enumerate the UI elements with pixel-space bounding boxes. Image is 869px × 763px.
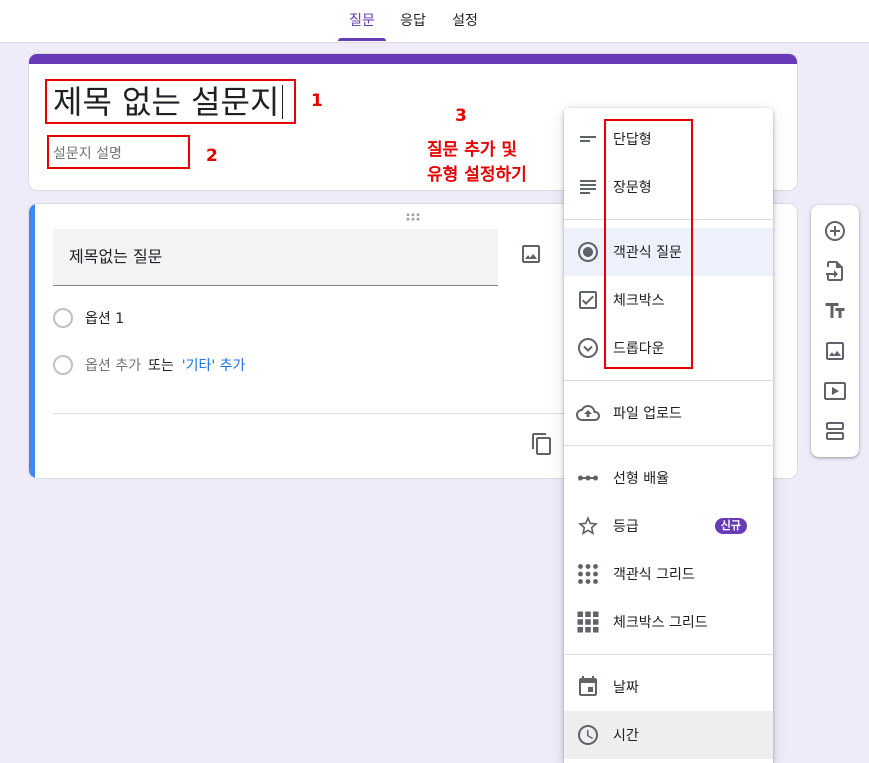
add-video-button[interactable] (811, 371, 859, 411)
header-accent-band (29, 54, 797, 64)
menu-item-label: 체크박스 그리드 (613, 615, 708, 631)
menu-item-multiple-choice-grid[interactable]: 객관식 그리드 (564, 550, 773, 598)
floating-toolbar (811, 205, 859, 457)
dot-grid-icon (576, 562, 600, 586)
checkbox-grid-icon (576, 610, 600, 634)
form-description-input[interactable]: 설문지 설명 (53, 146, 122, 162)
dropdown-icon (576, 336, 600, 360)
menu-item-label: 파일 업로드 (613, 406, 682, 422)
calendar-icon (576, 675, 600, 699)
import-questions-icon (823, 259, 847, 283)
form-title-text: 제목 없는 설문지 (53, 83, 280, 121)
menu-item-label: 날짜 (613, 680, 639, 696)
title-text-icon (823, 299, 847, 323)
add-circle-icon (823, 219, 847, 243)
radio-circle-icon (53, 308, 73, 328)
active-tab-indicator (338, 38, 386, 41)
add-option-button[interactable]: 옵션 추가 (85, 355, 141, 375)
or-text: 또는 (147, 358, 174, 374)
add-question-button[interactable] (811, 211, 859, 251)
tab-settings[interactable]: 설정 (441, 0, 489, 42)
image-icon (823, 339, 847, 363)
menu-divider (564, 654, 773, 655)
add-other-link[interactable]: '기타' 추가 (182, 355, 246, 375)
active-question-indicator (29, 204, 35, 478)
video-icon (823, 379, 847, 403)
text-cursor (282, 85, 284, 119)
menu-item-label: 장문형 (613, 180, 652, 196)
tab-responses[interactable]: 응답 (389, 0, 437, 42)
tab-label: 응답 (400, 13, 426, 29)
question-title-input[interactable]: 제목없는 질문 (53, 229, 498, 286)
add-image-button[interactable] (811, 331, 859, 371)
menu-item-date[interactable]: 날짜 (564, 663, 773, 711)
menu-item-label: 객관식 질문 (613, 245, 682, 261)
menu-item-linear-scale[interactable]: 선형 배율 (564, 454, 773, 502)
menu-item-label: 드롭다운 (613, 341, 665, 357)
new-badge: 신규 (714, 518, 747, 534)
import-questions-button[interactable] (811, 251, 859, 291)
clock-icon (576, 723, 600, 747)
add-option-row: 옵션 추가 또는 '기타' 추가 (53, 355, 245, 375)
menu-item-file-upload[interactable]: 파일 업로드 (564, 389, 773, 437)
tab-label: 설정 (452, 13, 478, 29)
linear-scale-icon (576, 466, 600, 490)
question-type-menu: 단답형 장문형 객관식 질문 체크박스 드롭다운 파일 업로드 선형 배율 등급… (564, 108, 773, 763)
menu-item-label: 등급 (613, 519, 639, 535)
add-section-button[interactable] (811, 411, 859, 451)
option-row[interactable]: 옵션 1 (53, 308, 124, 328)
star-icon (576, 514, 600, 538)
radio-circle-icon (53, 355, 73, 375)
tab-label: 질문 (349, 13, 375, 29)
option-label[interactable]: 옵션 1 (85, 308, 124, 328)
copy-icon[interactable] (530, 432, 554, 456)
menu-item-label: 체크박스 (613, 293, 665, 309)
drag-indicator-icon[interactable] (406, 213, 420, 221)
menu-divider (564, 445, 773, 446)
menu-item-label: 시간 (613, 728, 639, 744)
tab-bar: 질문 응답 설정 (0, 0, 869, 43)
radio-button-icon (576, 240, 600, 264)
section-icon (823, 419, 847, 443)
menu-item-short-answer[interactable]: 단답형 (564, 115, 773, 163)
cloud-upload-icon (576, 401, 600, 425)
menu-item-checkboxes[interactable]: 체크박스 (564, 276, 773, 324)
menu-divider (564, 219, 773, 220)
checkbox-icon (576, 288, 600, 312)
menu-item-checkbox-grid[interactable]: 체크박스 그리드 (564, 598, 773, 646)
short-text-icon (576, 127, 600, 151)
tab-questions[interactable]: 질문 (338, 0, 386, 42)
form-title-input[interactable]: 제목 없는 설문지 (53, 83, 284, 121)
menu-item-time[interactable]: 시간 (564, 711, 773, 759)
menu-item-label: 선형 배율 (613, 471, 669, 487)
image-icon[interactable] (519, 242, 543, 266)
menu-item-rating[interactable]: 등급 신규 (564, 502, 773, 550)
menu-item-paragraph[interactable]: 장문형 (564, 163, 773, 211)
paragraph-icon (576, 175, 600, 199)
menu-item-label: 단답형 (613, 132, 652, 148)
menu-item-label: 객관식 그리드 (613, 567, 695, 583)
menu-divider (564, 380, 773, 381)
menu-item-dropdown[interactable]: 드롭다운 (564, 324, 773, 372)
menu-item-multiple-choice[interactable]: 객관식 질문 (564, 228, 773, 276)
add-title-description-button[interactable] (811, 291, 859, 331)
